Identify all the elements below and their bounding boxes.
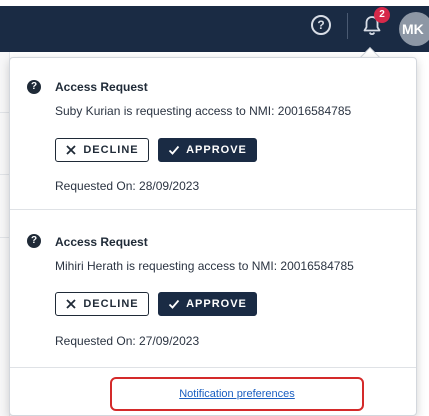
background-right-edge (416, 52, 429, 416)
notification-message: Mihiri Herath is requesting access to NM… (55, 259, 354, 273)
question-circle-icon: ? (27, 80, 41, 94)
user-avatar[interactable]: MK (399, 12, 429, 46)
notification-title: Access Request (55, 80, 148, 94)
requested-on-date: Requested On: 28/09/2023 (55, 179, 200, 193)
x-icon (66, 299, 76, 309)
approve-button[interactable]: APPROVE (158, 292, 257, 316)
topbar-top-edge (0, 0, 429, 6)
notification-item: ? Access Request Suby Kurian is requesti… (10, 58, 416, 209)
notification-divider (10, 367, 416, 368)
decline-button-label: DECLINE (83, 144, 139, 156)
top-navigation-bar: ? 2 MK (0, 0, 429, 52)
notification-title: Access Request (55, 235, 148, 249)
notification-item: ? Access Request Mihiri Herath is reques… (10, 210, 416, 366)
notifications-dropdown: ? Access Request Suby Kurian is requesti… (9, 57, 417, 416)
approve-button-label: APPROVE (186, 298, 247, 310)
decline-button[interactable]: DECLINE (55, 138, 149, 162)
notification-message: Suby Kurian is requesting access to NMI:… (55, 104, 352, 118)
help-circle-icon[interactable]: ? (311, 15, 331, 35)
notification-preferences-link[interactable]: Notification preferences (112, 379, 362, 409)
question-circle-icon: ? (27, 234, 41, 248)
check-icon (168, 299, 180, 309)
decline-button[interactable]: DECLINE (55, 292, 149, 316)
requested-on-date: Requested On: 27/09/2023 (55, 334, 200, 348)
check-icon (168, 145, 180, 155)
notification-count-badge: 2 (374, 7, 390, 23)
x-icon (66, 145, 76, 155)
preferences-highlight-box: Notification preferences (110, 377, 364, 411)
decline-button-label: DECLINE (83, 298, 139, 310)
approve-button[interactable]: APPROVE (158, 138, 257, 162)
approve-button-label: APPROVE (186, 144, 247, 156)
topbar-divider (347, 13, 348, 39)
